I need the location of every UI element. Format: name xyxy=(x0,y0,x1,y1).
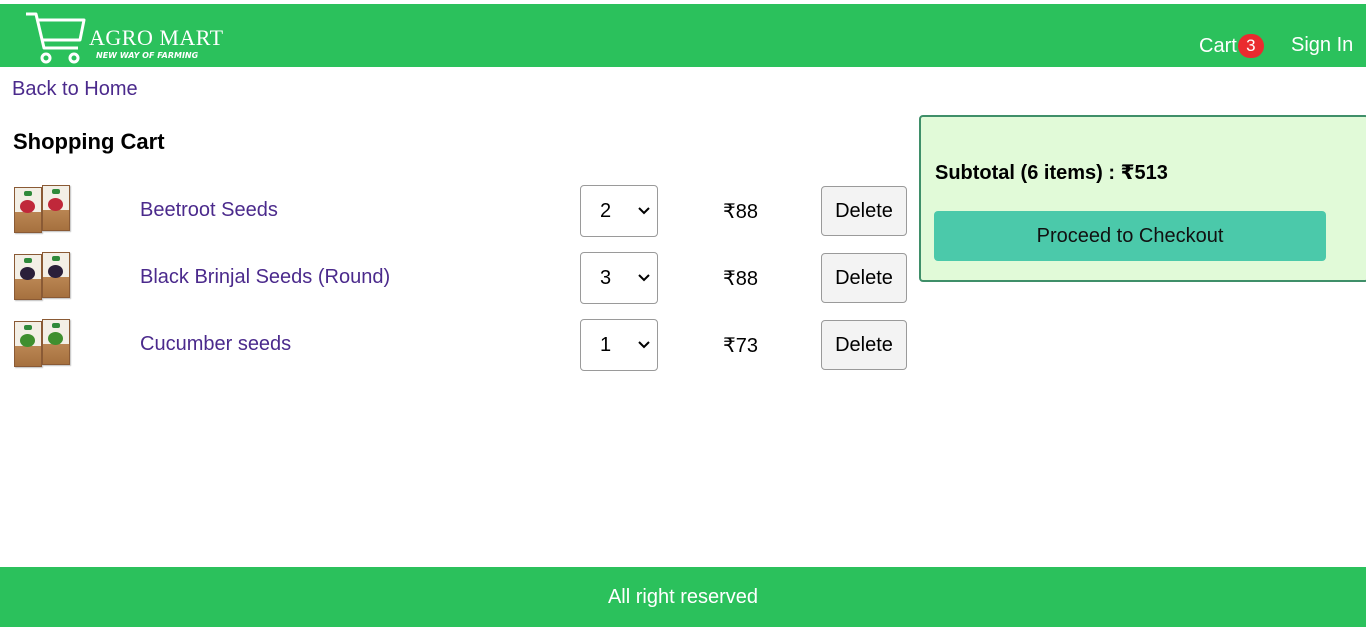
cart-row: Cucumber seeds 1 ₹73 Delete xyxy=(0,319,915,371)
order-summary: Subtotal (6 items) : ₹513 Proceed to Che… xyxy=(919,115,1366,282)
site-footer: All right reserved xyxy=(0,567,1366,627)
cart-row: Beetroot Seeds 2 ₹88 Delete xyxy=(0,185,915,237)
cart-link[interactable]: Cart 3 xyxy=(1199,34,1264,58)
product-name-link[interactable]: Black Brinjal Seeds (Round) xyxy=(140,266,390,289)
subtotal-text: Subtotal (6 items) : ₹513 xyxy=(935,162,1168,184)
quantity-select[interactable]: 1 xyxy=(580,319,658,371)
product-thumbnail xyxy=(14,252,74,300)
quantity-value: 2 xyxy=(600,200,612,222)
shopping-cart-icon xyxy=(26,12,86,64)
brand-logo[interactable]: AGRO MART NEW WAY OF FARMING xyxy=(24,8,224,66)
sign-in-link[interactable]: Sign In xyxy=(1291,34,1353,57)
delete-button[interactable]: Delete xyxy=(821,320,907,370)
item-price: ₹88 xyxy=(723,201,758,223)
chevron-down-icon xyxy=(638,274,650,282)
cart-row: Black Brinjal Seeds (Round) 3 ₹88 Delete xyxy=(0,252,915,304)
back-to-home-link[interactable]: Back to Home xyxy=(12,78,138,101)
product-thumbnail xyxy=(14,319,74,367)
brand-name: AGRO MART xyxy=(89,25,224,50)
item-price: ₹73 xyxy=(723,335,758,357)
product-swatch xyxy=(20,200,35,213)
proceed-to-checkout-button[interactable]: Proceed to Checkout xyxy=(934,211,1326,261)
product-name-link[interactable]: Beetroot Seeds xyxy=(140,199,278,222)
footer-text: All right reserved xyxy=(607,586,759,608)
chevron-down-icon xyxy=(638,207,650,215)
product-name-link[interactable]: Cucumber seeds xyxy=(140,333,291,356)
quantity-select[interactable]: 3 xyxy=(580,252,658,304)
page-title: Shopping Cart xyxy=(13,129,165,154)
product-thumbnail xyxy=(14,185,74,233)
chevron-down-icon xyxy=(638,341,650,349)
delete-button[interactable]: Delete xyxy=(821,186,907,236)
site-header: AGRO MART NEW WAY OF FARMING Cart 3 Sign … xyxy=(0,4,1366,67)
quantity-select[interactable]: 2 xyxy=(580,185,658,237)
brand-tagline: NEW WAY OF FARMING xyxy=(96,51,199,60)
cart-count-badge: 3 xyxy=(1237,34,1264,58)
item-price: ₹88 xyxy=(723,268,758,290)
quantity-value: 3 xyxy=(600,267,612,289)
delete-button[interactable]: Delete xyxy=(821,253,907,303)
cart-label: Cart xyxy=(1199,35,1237,57)
quantity-value: 1 xyxy=(600,334,612,356)
